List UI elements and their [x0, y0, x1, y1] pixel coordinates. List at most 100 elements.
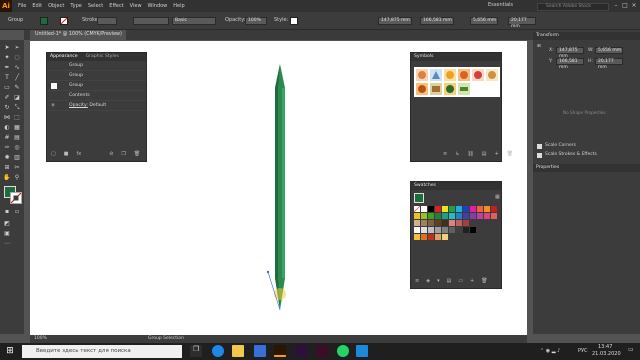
line-tool-icon[interactable]: ╱ [13, 74, 21, 82]
swatch-options-icon[interactable]: ▤ [447, 278, 452, 284]
symbol-sprayer-icon[interactable]: ✺ [3, 154, 11, 162]
clock-time[interactable]: 13:47 [598, 344, 612, 350]
windows-start-icon[interactable]: ⊞ [4, 345, 16, 357]
show-kinds-icon[interactable]: ▾ [437, 278, 440, 284]
variable-width-field[interactable] [133, 17, 169, 25]
active-fill-swatch[interactable] [414, 193, 424, 203]
menu-file[interactable]: File [18, 3, 26, 9]
appearance-row[interactable]: Group [47, 71, 146, 81]
symbol-thumbnails[interactable] [414, 67, 500, 97]
workspace-switcher[interactable]: Essentials [488, 2, 513, 8]
properties-panel-title[interactable]: Properties [533, 164, 640, 172]
task-view-icon[interactable]: ❐ [190, 345, 202, 357]
rotate-tool-icon[interactable]: ↻ [3, 104, 11, 112]
new-symbol-icon[interactable]: + [495, 151, 499, 157]
indesign-taskbar-icon[interactable] [316, 345, 328, 357]
break-link-icon[interactable]: ⛓ [467, 151, 473, 157]
more-tools-icon[interactable]: ⋯ [3, 240, 11, 248]
x-field[interactable]: 147,875 mm [378, 17, 412, 25]
menu-help[interactable]: Help [173, 3, 184, 9]
new-fill-icon[interactable]: ■ [64, 151, 69, 157]
opacity-field[interactable]: 100% [245, 17, 267, 25]
menu-object[interactable]: Object [48, 3, 64, 9]
reference-point-icon[interactable]: ⊞ [537, 44, 541, 49]
graph-tool-icon[interactable]: ▥ [13, 154, 21, 162]
scale-corners-checkbox[interactable] [537, 144, 542, 149]
gradient-tool-icon[interactable]: ▤ [13, 134, 21, 142]
scale-tool-icon[interactable]: ⤡ [13, 104, 21, 112]
perspective-grid-icon[interactable]: ▦ [13, 124, 21, 132]
document-tab[interactable]: Untitled-1* @ 100% (CMYK/Preview) [30, 30, 126, 40]
tab-appearance[interactable]: Appearance [50, 53, 78, 61]
menu-effect[interactable]: Effect [109, 3, 123, 9]
artboard-tool-icon[interactable]: ⊞ [3, 164, 11, 172]
grid-view-icon[interactable]: ▦ [495, 194, 500, 200]
photoshop-taskbar-icon[interactable] [356, 345, 368, 357]
hand-tool-icon[interactable]: ✋ [3, 174, 11, 182]
scale-strokes-checkbox[interactable] [537, 153, 542, 158]
mesh-tool-icon[interactable]: # [3, 134, 11, 142]
zoom-level[interactable]: 100% [34, 336, 47, 341]
symbol-options-icon[interactable]: ▤ [482, 151, 487, 157]
transform-w-field[interactable]: 5,656 mm [595, 47, 623, 54]
clear-appearance-icon[interactable]: ⊘ [109, 151, 113, 157]
blend-tool-icon[interactable]: ◎ [13, 144, 21, 152]
new-stroke-icon[interactable]: ▢ [51, 151, 56, 157]
place-symbol-icon[interactable]: ↳ [455, 151, 459, 157]
stroke-color-box[interactable] [10, 192, 22, 204]
w-field[interactable]: 5,656 mm [470, 17, 498, 25]
menu-view[interactable]: View [130, 3, 142, 9]
y-field[interactable]: 166,581 mm [420, 17, 454, 25]
selection-tool-icon[interactable]: ➤ [3, 44, 11, 52]
add-effect-icon[interactable]: fx [76, 151, 81, 157]
language-indicator[interactable]: РУС [578, 348, 588, 354]
close-icon[interactable]: × [630, 2, 638, 10]
appearance-row[interactable]: Group [47, 61, 146, 71]
width-tool-icon[interactable]: ⋈ [3, 114, 11, 122]
duplicate-icon[interactable]: ❐ [121, 151, 125, 157]
stock-search-input[interactable]: Search Adobe Stock [537, 3, 609, 11]
menu-edit[interactable]: Edit [32, 3, 42, 9]
add-selected-icon[interactable]: ◈ [426, 278, 430, 284]
curvature-tool-icon[interactable]: ∿ [13, 64, 21, 72]
stroke-weight-field[interactable] [97, 17, 117, 25]
trash-icon[interactable]: 🗑 [134, 151, 140, 157]
swatch-grid[interactable] [414, 206, 500, 252]
magic-wand-icon[interactable]: ✦ [3, 54, 11, 62]
menu-select[interactable]: Select [88, 3, 103, 9]
screen-mode-icon[interactable]: ▣ [3, 230, 11, 238]
free-transform-icon[interactable]: ⬚ [13, 114, 21, 122]
type-tool-icon[interactable]: T [3, 74, 11, 82]
transform-h-field[interactable]: 20,177 mm [595, 58, 623, 70]
xd-taskbar-icon[interactable] [295, 345, 307, 357]
zoom-tool-icon[interactable]: ⚲ [13, 174, 21, 182]
appearance-row[interactable]: Contents [47, 91, 146, 101]
edge-browser-icon[interactable] [212, 345, 224, 357]
swatch-library-icon[interactable]: ≡ [415, 278, 419, 284]
taskbar-search-input[interactable]: Введите здесь текст для поиска [22, 345, 182, 358]
eraser-icon[interactable]: ◪ [13, 94, 21, 102]
transform-y-field[interactable]: 166,581 mm [556, 58, 584, 70]
file-explorer-icon[interactable] [232, 345, 244, 357]
pencil-artwork[interactable] [260, 60, 300, 315]
stroke-swatch[interactable] [60, 17, 68, 25]
fill-swatch[interactable] [40, 17, 48, 25]
h-field[interactable]: 20,177 mm [508, 17, 536, 29]
delete-swatch-icon[interactable]: 🗑 [481, 278, 487, 284]
slice-tool-icon[interactable]: ✂ [13, 164, 21, 172]
transform-x-field[interactable]: 147,875 mm [556, 47, 584, 59]
eyedropper-icon[interactable]: ✑ [3, 144, 11, 152]
symbol-library-icon[interactable]: ≡ [443, 151, 447, 157]
illustrator-taskbar-icon[interactable] [274, 345, 286, 357]
rectangle-tool-icon[interactable]: ▭ [3, 84, 11, 92]
delete-symbol-icon[interactable]: 🗑 [507, 151, 513, 157]
store-icon[interactable] [254, 345, 266, 357]
whatsapp-icon[interactable] [337, 345, 349, 357]
tray-icons[interactable]: ⌃ ◉ ▂ ♪ [540, 348, 560, 354]
appearance-row[interactable]: Group [47, 81, 146, 91]
shaper-tool-icon[interactable]: ✐ [3, 94, 11, 102]
draw-mode-icon[interactable]: ◩ [3, 220, 11, 228]
color-mode-icon[interactable]: ▪ [3, 208, 11, 216]
clock-date[interactable]: 21.03.2020 [592, 351, 621, 357]
menu-type[interactable]: Type [70, 3, 81, 9]
